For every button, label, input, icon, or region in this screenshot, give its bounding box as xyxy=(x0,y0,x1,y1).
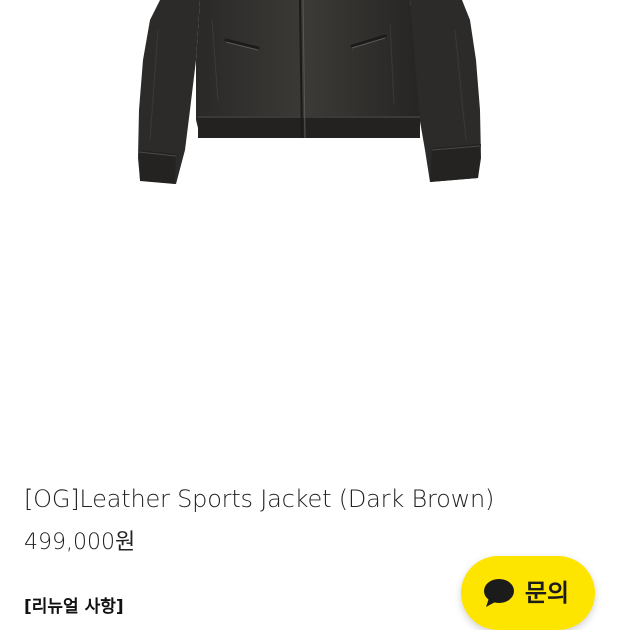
renewal-notes-heading: [리뉴얼 사항] xyxy=(24,597,124,617)
product-title: [OG]Leather Sports Jacket (Dark Brown) xyxy=(24,485,495,513)
inquiry-chat-button[interactable]: 문의 xyxy=(461,556,595,630)
inquiry-label: 문의 xyxy=(524,579,570,607)
product-price: 499,000원 xyxy=(24,530,136,555)
jacket-photo xyxy=(138,0,481,184)
speech-bubble-icon xyxy=(483,578,515,608)
product-image xyxy=(0,0,620,440)
